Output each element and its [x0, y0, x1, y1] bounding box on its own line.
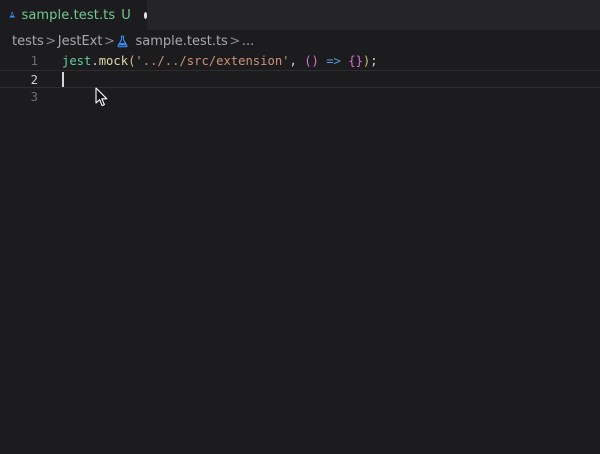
chevron-right-icon: > — [229, 33, 241, 49]
token-string: '../../src/extension' — [135, 54, 290, 68]
token-dot: . — [91, 54, 99, 68]
token-function: mock — [98, 54, 129, 68]
token-arrow-params: () — [304, 54, 319, 68]
flask-icon — [9, 12, 15, 18]
chevron-right-icon: > — [45, 33, 57, 49]
text-caret — [62, 72, 64, 87]
token-semicolon: ; — [370, 54, 378, 68]
code-line: 1 jest.mock('../../src/extension', () =>… — [0, 52, 600, 70]
breadcrumb-item-jestext[interactable]: JestExt — [58, 34, 103, 49]
breadcrumb: tests > JestExt > sample.test.ts > ... — [0, 30, 600, 52]
editor-window: sample.test.ts U tests > JestExt > sampl… — [0, 0, 600, 454]
breadcrumb-item-symbols[interactable]: ... — [242, 34, 254, 49]
tab-sample-test[interactable]: sample.test.ts U — [0, 0, 147, 30]
token-braces: {} — [348, 54, 363, 68]
tab-label: sample.test.ts — [21, 7, 116, 23]
git-status-badge: U — [121, 7, 131, 23]
breadcrumb-item-file[interactable]: sample.test.ts — [116, 33, 228, 49]
chevron-right-icon: > — [104, 33, 115, 49]
breadcrumb-file-label: sample.test.ts — [135, 33, 228, 49]
line-number: 3 — [30, 90, 38, 104]
tab-bar: sample.test.ts U — [0, 0, 600, 30]
token-comma: , — [289, 54, 305, 68]
mouse-pointer-icon — [95, 87, 108, 107]
code-editor[interactable]: 1 jest.mock('../../src/extension', () =>… — [0, 52, 600, 454]
code-line-active: 2 — [0, 70, 600, 88]
line-number: 1 — [30, 54, 38, 68]
token-arrow: => — [318, 54, 349, 68]
unsaved-dot-icon[interactable] — [143, 11, 147, 19]
line-number: 2 — [30, 73, 38, 87]
flask-icon — [117, 35, 128, 47]
code-line: 3 — [0, 88, 600, 106]
code-content: jest.mock('../../src/extension', () => {… — [62, 52, 378, 70]
token-identifier: jest — [62, 54, 92, 68]
breadcrumb-item-tests[interactable]: tests — [12, 34, 44, 49]
